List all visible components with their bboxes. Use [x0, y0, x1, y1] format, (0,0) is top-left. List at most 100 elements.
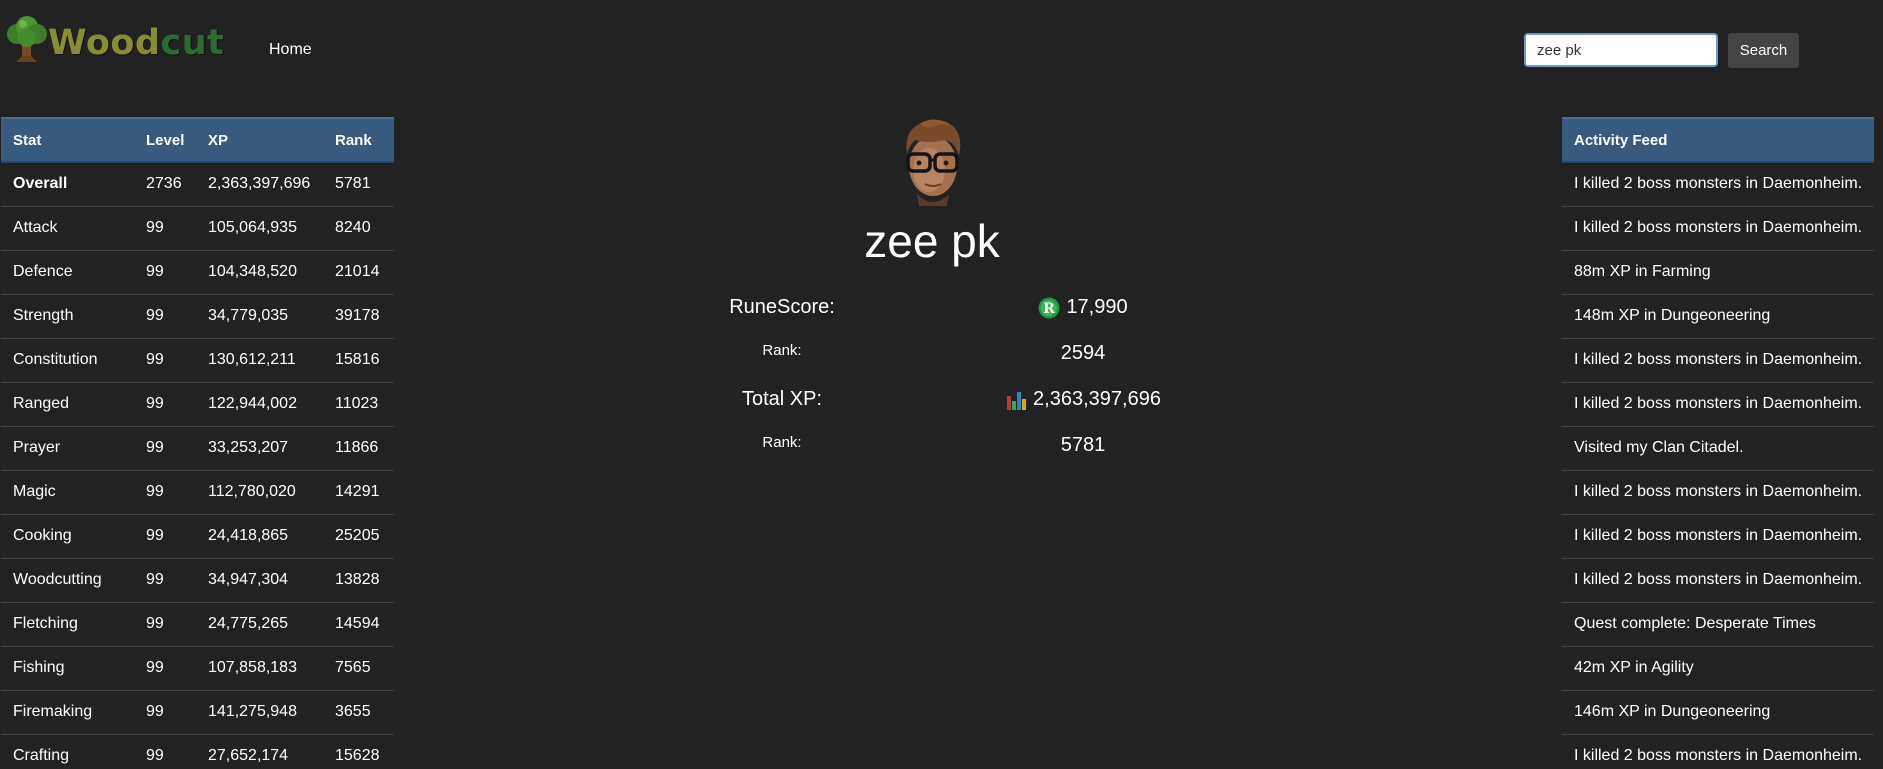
activity-feed-row: 148m XP in Dungeoneering — [1562, 294, 1875, 339]
activity-feed-item: Quest complete: Desperate Times — [1562, 602, 1875, 647]
runescore-value-group: R 17,990 — [933, 296, 1233, 319]
activity-feed-row: I killed 2 boss monsters in Daemonheim. — [1562, 338, 1875, 383]
stats-table-row: Fishing 99 107,858,183 7565 — [1, 646, 394, 691]
stat-stat-cell[interactable]: Constitution — [1, 338, 134, 383]
stat-stat-cell[interactable]: Fletching — [1, 602, 134, 647]
activity-feed-item: Visited my Clan Citadel. — [1562, 426, 1875, 471]
stats-table-row: Fletching 99 24,775,265 14594 — [1, 602, 394, 647]
totalxp-rank-value: 5781 — [1060, 434, 1106, 456]
stat-stat-cell[interactable]: Cooking — [1, 514, 134, 559]
stat-level-cell: 99 — [134, 602, 196, 647]
totalxp-value-group: 2,363,397,696 — [933, 388, 1233, 411]
stats-table-row: Attack 99 105,064,935 8240 — [1, 206, 394, 251]
activity-feed-item: I killed 2 boss monsters in Daemonheim. — [1562, 206, 1875, 251]
stat-stat-cell[interactable]: Overall — [1, 162, 134, 207]
stat-stat-cell[interactable]: Ranged — [1, 382, 134, 427]
player-name: zee pk — [864, 215, 1000, 267]
activity-feed-item: I killed 2 boss monsters in Daemonheim. — [1562, 162, 1875, 207]
activity-feed-row: 146m XP in Dungeoneering — [1562, 690, 1875, 735]
stat-rank-cell: 5781 — [323, 162, 394, 207]
stat-xp-cell: 130,612,211 — [196, 338, 323, 383]
stat-stat-cell[interactable]: Fishing — [1, 646, 134, 691]
search-button[interactable]: Search — [1728, 33, 1799, 68]
runescore-rank-label: Rank: — [762, 342, 802, 359]
stat-level-cell: 99 — [134, 558, 196, 603]
stat-xp-cell: 24,418,865 — [196, 514, 323, 559]
stat-xp-cell: 107,858,183 — [196, 646, 323, 691]
stat-stat-cell[interactable]: Defence — [1, 250, 134, 295]
stat-rank-cell: 11023 — [323, 382, 394, 427]
stat-stat-cell[interactable]: Magic — [1, 470, 134, 515]
stats-header-row: Stat Level XP Rank — [1, 117, 394, 163]
stat-xp-cell: 104,348,520 — [196, 250, 323, 295]
stat-stat-cell[interactable]: Crafting — [1, 734, 134, 769]
bar-chart-icon — [1007, 391, 1027, 410]
stat-level-cell: 99 — [134, 294, 196, 339]
stat-rank-cell: 3655 — [323, 690, 394, 735]
totalxp-rank-label: Rank: — [762, 434, 802, 451]
stat-rank-cell: 14594 — [323, 602, 394, 647]
stats-table-row: Defence 99 104,348,520 21014 — [1, 250, 394, 295]
stat-level-cell: 99 — [134, 206, 196, 251]
rank-column-header[interactable]: Rank — [323, 117, 394, 163]
activity-feed-item: 146m XP in Dungeoneering — [1562, 690, 1875, 735]
activity-feed-row: I killed 2 boss monsters in Daemonheim. — [1562, 514, 1875, 559]
activity-feed-row: Quest complete: Desperate Times — [1562, 602, 1875, 647]
stat-stat-cell[interactable]: Strength — [1, 294, 134, 339]
activity-feed-item: 42m XP in Agility — [1562, 646, 1875, 691]
stat-stat-cell[interactable]: Woodcutting — [1, 558, 134, 603]
activity-feed-row: I killed 2 boss monsters in Daemonheim. — [1562, 558, 1875, 603]
runescore-value: 17,990 — [1066, 296, 1128, 318]
stat-xp-cell: 27,652,174 — [196, 734, 323, 769]
stat-stat-cell[interactable]: Prayer — [1, 426, 134, 471]
stat-column-header[interactable]: Stat — [1, 117, 134, 163]
activity-feed-header: Activity Feed — [1562, 117, 1875, 163]
stat-xp-cell: 141,275,948 — [196, 690, 323, 735]
activity-feed-row: 42m XP in Agility — [1562, 646, 1875, 691]
stats-table-row: Strength 99 34,779,035 39178 — [1, 294, 394, 339]
xp-column-header[interactable]: XP — [196, 117, 323, 163]
totalxp-label: Total XP: — [741, 388, 823, 410]
stat-rank-cell: 7565 — [323, 646, 394, 691]
stat-level-cell: 99 — [134, 690, 196, 735]
activity-feed-item: I killed 2 boss monsters in Daemonheim. — [1562, 734, 1875, 769]
activity-feed-item: I killed 2 boss monsters in Daemonheim. — [1562, 558, 1875, 603]
activity-feed-item: I killed 2 boss monsters in Daemonheim. — [1562, 382, 1875, 427]
stats-table-row: Firemaking 99 141,275,948 3655 — [1, 690, 394, 735]
stats-table-row: Crafting 99 27,652,174 15628 — [1, 734, 394, 769]
stats-table-row: Magic 99 112,780,020 14291 — [1, 470, 394, 515]
stat-rank-cell: 15628 — [323, 734, 394, 769]
stat-level-cell: 99 — [134, 250, 196, 295]
stat-xp-cell: 34,947,304 — [196, 558, 323, 603]
stat-xp-cell: 33,253,207 — [196, 426, 323, 471]
stat-stat-cell[interactable]: Firemaking — [1, 690, 134, 735]
page: Woodcut Home Search Stat Level XP Rank O… — [0, 0, 1883, 769]
nav-home-link[interactable]: Home — [269, 41, 312, 59]
stat-level-cell: 99 — [134, 426, 196, 471]
stat-level-cell: 99 — [134, 382, 196, 427]
stat-xp-cell: 122,944,002 — [196, 382, 323, 427]
stats-table-row: Cooking 99 24,418,865 25205 — [1, 514, 394, 559]
stats-table-row: Overall 2736 2,363,397,696 5781 — [1, 162, 394, 207]
level-column-header[interactable]: Level — [134, 117, 196, 163]
stat-rank-cell: 15816 — [323, 338, 394, 383]
stats-table-row: Ranged 99 122,944,002 11023 — [1, 382, 394, 427]
stat-level-cell: 99 — [134, 470, 196, 515]
svg-text:R: R — [1044, 301, 1056, 317]
stat-xp-cell: 24,775,265 — [196, 602, 323, 647]
player-avatar — [889, 114, 977, 215]
activity-feed-table: Activity Feed I killed 2 boss monsters i… — [1562, 117, 1875, 769]
site-logo-text: Woodcut — [48, 23, 225, 63]
stat-rank-cell: 39178 — [323, 294, 394, 339]
activity-feed-row: I killed 2 boss monsters in Daemonheim. — [1562, 162, 1875, 207]
stat-level-cell: 99 — [134, 338, 196, 383]
site-logo[interactable]: Woodcut — [6, 16, 224, 63]
stats-table-row: Prayer 99 33,253,207 11866 — [1, 426, 394, 471]
stat-xp-cell: 105,064,935 — [196, 206, 323, 251]
search-input[interactable] — [1524, 33, 1718, 67]
activity-feed-row: I killed 2 boss monsters in Daemonheim. — [1562, 470, 1875, 515]
activity-feed-item: 88m XP in Farming — [1562, 250, 1875, 295]
stat-stat-cell[interactable]: Attack — [1, 206, 134, 251]
tree-icon — [7, 16, 47, 62]
stat-xp-cell: 2,363,397,696 — [196, 162, 323, 207]
